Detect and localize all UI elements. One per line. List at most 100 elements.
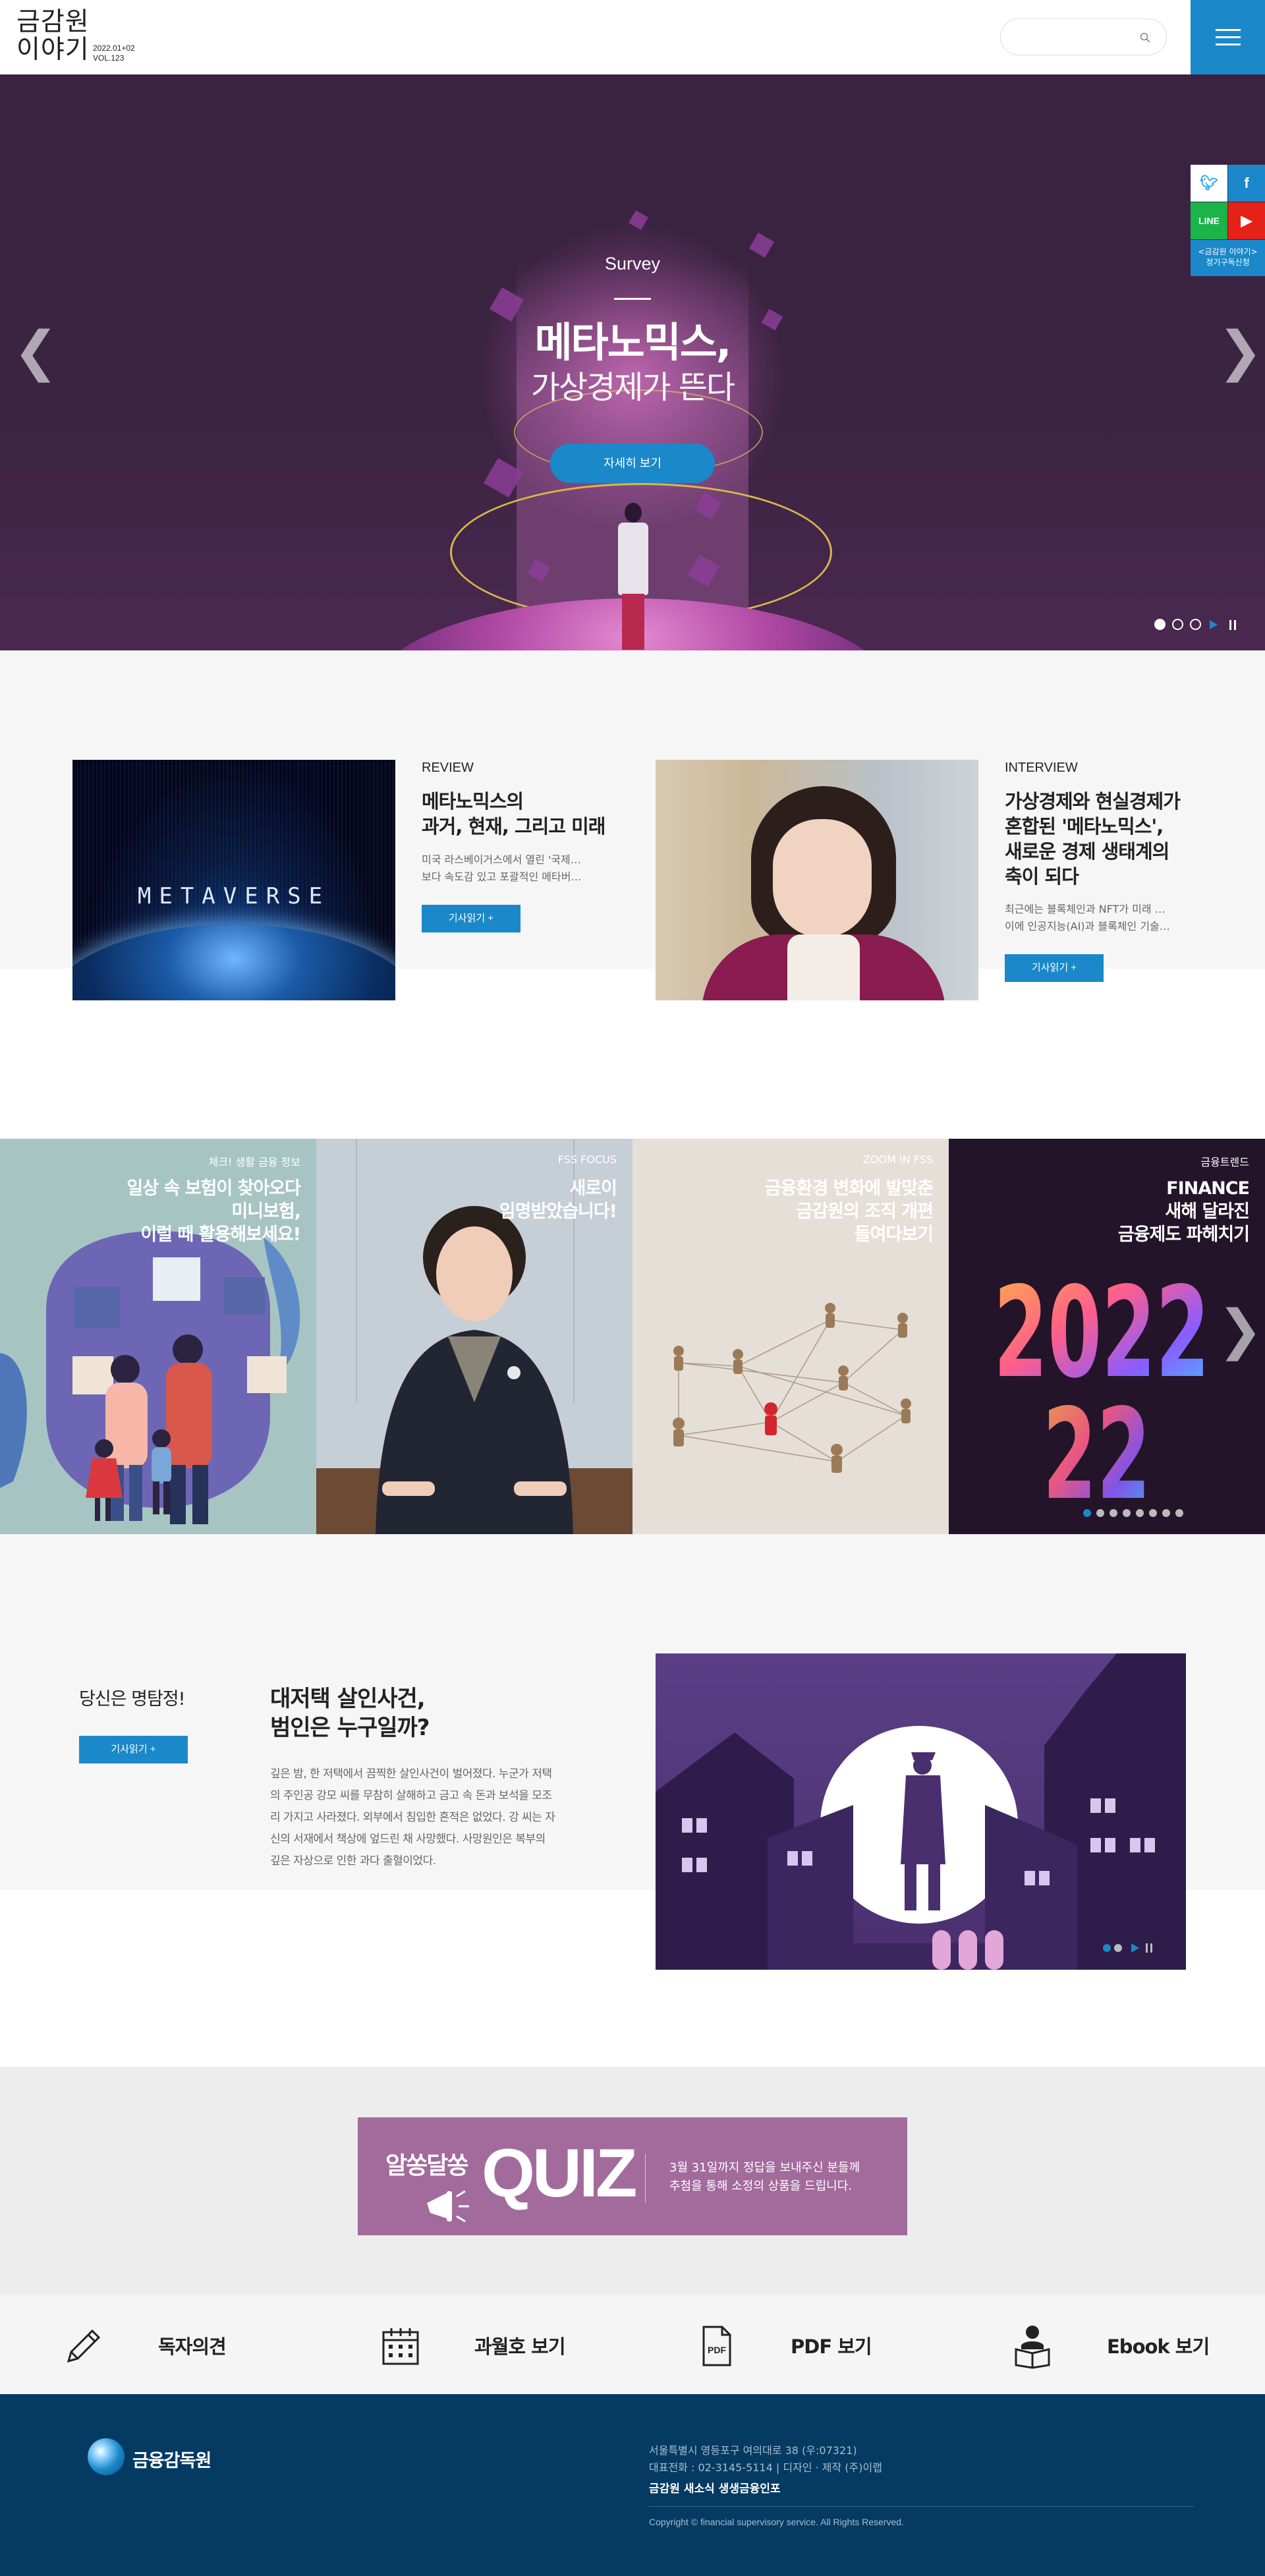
article-title-line: 새로운 경제 생태계의 <box>1005 840 1169 863</box>
tiles-pager-dot[interactable] <box>1162 1509 1170 1517</box>
twitter-icon[interactable]: 🐦︎ <box>1191 165 1227 202</box>
hamburger-icon-bar <box>1216 43 1241 45</box>
logo-line-1: 금감원 <box>16 7 90 37</box>
number-art-bottom: 22 <box>1043 1383 1151 1528</box>
tiles-pager-dot[interactable] <box>1110 1509 1117 1517</box>
read-article-button[interactable]: 기사읽기 + <box>422 905 520 932</box>
tile-category: 금융트렌드 <box>1200 1156 1249 1168</box>
search-icon[interactable] <box>1140 32 1150 43</box>
read-article-button[interactable]: 기사읽기 + <box>79 1736 188 1763</box>
tiles-pager-dot[interactable] <box>1175 1509 1183 1517</box>
footer-motto: 금감원 새소식 생생금융인포 <box>649 2482 781 2496</box>
article-summary: 최근에는 블록체인과 NFT가 미래 … 이에 인공지능(AI)과 블록체인 기… <box>1005 901 1170 935</box>
read-article-button[interactable]: 기사읽기 + <box>1005 954 1104 982</box>
tiles-pager-dot[interactable] <box>1123 1509 1131 1517</box>
footer-contact: 대표전화 : 02-3145-5114 | 디자인 · 제작 (주)이랩 <box>649 2461 882 2474</box>
article-title-line: 과거, 현재, 그리고 미래 <box>422 815 605 838</box>
article-category: INTERVIEW <box>1005 760 1078 775</box>
article-thumbnail-metaverse[interactable]: METAVERSE <box>72 760 395 1000</box>
article-title[interactable]: 메타노믹스의 과거, 현재, 그리고 미래 <box>422 789 605 839</box>
article-title-line: 메타노믹스의 <box>422 790 524 813</box>
tile-title: 새로이 임명받았습니다! <box>499 1178 617 1222</box>
hero-pager-dot[interactable] <box>1154 619 1166 630</box>
article-summary-line: 최근에는 블록체인과 NFT가 미래 … <box>1005 903 1166 915</box>
pdf-file-icon: PDF <box>702 2326 731 2366</box>
quiz-big-title: QUIZ <box>482 2135 637 2212</box>
search-input[interactable] <box>1014 28 1133 45</box>
tiles-pager-dot[interactable] <box>1136 1509 1144 1517</box>
article-summary-line: 미국 라스베이거스에서 열린 '국제… <box>422 853 581 866</box>
tile-title: 금융환경 변화에 발맞춘 금감원의 조직 개편 들여다보기 <box>764 1178 934 1245</box>
tile-life-finance[interactable]: 체크! 생활 금융 정보 일상 속 보험이 찾아오다 미니보험, 이럴 때 활용… <box>0 1139 316 1534</box>
hero-pager-dot[interactable] <box>1190 619 1201 630</box>
quick-link-pdf[interactable]: PDF PDF 보기 <box>632 2295 949 2394</box>
calendar-icon <box>382 2328 419 2365</box>
tile-zoom-in-fss[interactable]: ZOOM IN FSS 금융환경 변화에 발맞춘 금감원의 조직 개편 들여다보… <box>632 1139 949 1534</box>
tile-fss-focus[interactable]: FSS FOCUS 새로이 임명받았습니다! <box>316 1139 632 1534</box>
chevron-left-icon[interactable]: ❮ <box>13 325 59 379</box>
article-title-line: 축이 되다 <box>1005 865 1079 888</box>
subscribe-button[interactable]: <금감원 이야기> 정기구독신청 <box>1191 240 1265 276</box>
hamburger-icon <box>1216 29 1241 31</box>
megaphone-icon <box>427 2190 469 2223</box>
article-summary-line: 이에 인공지능(AI)과 블록체인 기술… <box>1005 920 1170 932</box>
hero-pager-dot[interactable] <box>1172 619 1183 630</box>
menu-button[interactable] <box>1191 0 1265 74</box>
quiz-description: 3월 31일까지 정답을 보내주신 분들께 추첨을 통해 소정의 상품을 드립니… <box>669 2159 860 2196</box>
article-category: REVIEW <box>422 760 474 775</box>
hero-carousel: Survey 메타노믹스, 가상경제가 뜬다 자세히 보기 ❮ ❯ <box>0 74 1265 650</box>
detective-section: 당신은 명탐정! 기사읽기 + 대저택 살인사건, 범인은 누구일까? 깊은 밤… <box>0 1534 1265 2067</box>
portrait-face <box>773 819 872 938</box>
quiz-banner[interactable]: 알쏭달쏭 QUIZ 3월 31일까지 정답을 보내주신 분들께 추첨을 통해 소… <box>358 2117 907 2235</box>
pencil-icon <box>67 2329 101 2363</box>
tiles-pager-dot[interactable] <box>1149 1509 1157 1517</box>
thumbnail-light-lines <box>72 760 395 944</box>
site-logo[interactable]: 금감원 이야기 2022.01+02 VOL.123 <box>16 8 148 67</box>
decor-cube <box>748 232 775 258</box>
article-title-line: 혼합된 '메타노믹스', <box>1005 815 1164 838</box>
play-icon[interactable] <box>1210 620 1218 629</box>
facebook-icon[interactable]: f <box>1228 165 1265 202</box>
tile-category: FSS FOCUS <box>557 1153 617 1166</box>
hero-detail-button[interactable]: 자세히 보기 <box>550 444 715 483</box>
hero-title: 메타노믹스, <box>534 318 732 366</box>
quick-link-label: 독자의견 <box>158 2335 227 2358</box>
line-icon[interactable]: LINE <box>1191 202 1227 239</box>
tile-finance-trend[interactable]: 2022 22 금융트렌드 FINANCE 새해 달라진 금융제도 파헤치기 ❯ <box>949 1139 1265 1534</box>
tiles-pager-dot[interactable] <box>1096 1509 1104 1517</box>
subscribe-line-1: <금감원 이야기> <box>1198 247 1258 256</box>
hero-divider <box>614 298 651 300</box>
portrait-shirt <box>787 934 860 1000</box>
globe-icon <box>88 2438 125 2475</box>
pause-icon[interactable] <box>1229 620 1236 630</box>
youtube-icon[interactable]: ▶ <box>1228 202 1265 239</box>
tile-category: 체크! 생활 금융 정보 <box>208 1156 300 1168</box>
tiles-pager-dot[interactable] <box>1083 1509 1091 1517</box>
issue-date: 2022.01+02 <box>93 43 135 53</box>
fss-logo[interactable]: 금융감독원 <box>88 2437 219 2475</box>
article-title[interactable]: 가상경제와 현실경제가 혼합된 '메타노믹스', 새로운 경제 생태계의 축이 … <box>1005 789 1181 889</box>
quick-link-back-issues[interactable]: 과월호 보기 <box>316 2295 632 2394</box>
quick-link-feedback[interactable]: 독자의견 <box>0 2295 316 2394</box>
article-thumbnail-interview[interactable] <box>656 760 978 1000</box>
detective-illustration[interactable] <box>656 1653 1186 1970</box>
thumbnail-caption: METAVERSE <box>137 883 331 909</box>
chevron-right-icon[interactable]: ❯ <box>1218 325 1263 379</box>
quiz-section: 알쏭달쏭 QUIZ 3월 31일까지 정답을 보내주신 분들께 추첨을 통해 소… <box>0 2067 1265 2295</box>
footer-address: 서울특별시 영등포구 여의대로 38 (우:07321) <box>649 2444 857 2457</box>
figure-head <box>625 503 642 523</box>
detective-title[interactable]: 대저택 살인사건, 범인은 누구일까? <box>270 1684 430 1742</box>
tile-category: ZOOM IN FSS <box>862 1153 933 1166</box>
detective-body: 깊은 밤, 한 저택에서 끔찍한 살인사건이 벌어졌다. 누군가 저택 의 주인… <box>270 1763 616 1872</box>
footer-org-name: 금융감독원 <box>132 2451 211 2471</box>
subscribe-line-2: 정기구독신청 <box>1206 258 1250 267</box>
quick-link-label: 과월호 보기 <box>474 2335 565 2358</box>
article-summary: 미국 라스베이거스에서 열린 '국제… 보다 속도감 있고 포괄적인 메타버… <box>422 851 581 886</box>
svg-text:PDF: PDF <box>708 2345 726 2355</box>
hero-vr-figure <box>609 503 656 650</box>
quiz-description-line: 3월 31일까지 정답을 보내주신 분들께 <box>669 2161 860 2175</box>
detective-body-line: 의 주인공 강모 씨를 무참히 살해하고 금고 속 돈과 보석을 모조 <box>270 1789 552 1802</box>
quick-link-ebook[interactable]: Ebook 보기 <box>949 2295 1265 2394</box>
quick-link-label: PDF 보기 <box>791 2335 872 2358</box>
chevron-right-icon[interactable]: ❯ <box>1218 1303 1263 1358</box>
